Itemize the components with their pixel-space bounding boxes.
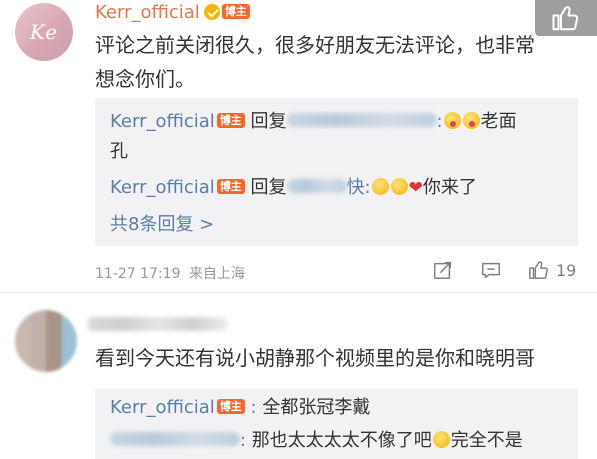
reply-author[interactable]: Kerr_official <box>110 397 215 418</box>
share-icon <box>434 261 452 279</box>
author-tag: 博主 <box>216 398 245 414</box>
reply-author[interactable]: Kerr_official <box>110 177 215 198</box>
comment-header: Kerr_official 博主 <box>95 2 250 23</box>
reply-continuation: 孔 <box>110 141 128 162</box>
location: 来自上海 <box>188 266 245 282</box>
reply-text: 全都张冠李戴 <box>262 397 371 418</box>
reply-author[interactable]: Kerr_official <box>110 111 215 132</box>
reply-item[interactable]: Kerr_official 博主 回复: 老面 <box>110 107 517 137</box>
timestamp: 11-27 17:19 <box>95 266 181 282</box>
avatar[interactable] <box>15 310 77 372</box>
laugh-cry-emoji-icon <box>432 430 450 448</box>
author-tag: 博主 <box>216 112 245 128</box>
more-replies-link[interactable]: 共8条回复 > <box>110 210 214 236</box>
blurred-username[interactable] <box>88 317 228 331</box>
blurred-username <box>110 432 240 446</box>
reply-item[interactable]: Kerr_official 博主 : 全都张冠李戴 <box>110 393 370 423</box>
comment-text: 评论之前关闭很久，很多好朋友无法评论，也非常 想念你们。 <box>95 28 575 96</box>
smile-emoji-icon <box>390 177 408 195</box>
reply-text-end: 完全不是 <box>450 430 523 451</box>
comment-text-line1: 评论之前关闭很久，很多好朋友无法评论，也非常 <box>95 33 535 57</box>
username[interactable]: Kerr_official <box>95 2 200 23</box>
tongue-emoji-icon <box>462 111 480 129</box>
reply-fragment: 快 <box>346 177 365 198</box>
avatar-initials: Ke <box>29 20 59 44</box>
smile-emoji-icon <box>371 177 389 195</box>
blurred-username <box>286 113 437 127</box>
like-button[interactable]: 19 <box>528 259 576 281</box>
comment-text: 看到今天还有说小胡静那个视频里的是你和晓明哥 <box>95 346 535 370</box>
reply-word: 回复 <box>250 177 287 198</box>
avatar[interactable]: Ke <box>15 3 73 61</box>
comment-meta: 11-27 17:19 来自上海 <box>95 263 245 283</box>
like-count: 19 <box>556 260 577 280</box>
blurred-username <box>286 179 347 193</box>
action-bar: 19 <box>432 259 576 281</box>
comment-icon <box>482 262 500 279</box>
reply-item[interactable]: Kerr_official 博主 回复 快: ❤你来了 <box>110 173 477 203</box>
verified-badge-icon <box>203 3 220 20</box>
comment-button[interactable] <box>480 259 502 281</box>
reply-box: Kerr_official 博主 : 全都张冠李戴 : 那也太太太太不像了吧 完全不… <box>95 389 578 459</box>
reply-text: 那也太太太太不像了吧 <box>251 430 432 451</box>
reply-item[interactable]: : 那也太太太太不像了吧 完全不是 <box>110 426 523 456</box>
reply-text: 老面 <box>480 111 517 132</box>
share-button[interactable] <box>432 259 454 281</box>
comment-text-line2: 想念你们。 <box>95 67 195 91</box>
author-tag: 博主 <box>216 178 245 194</box>
reply-box: Kerr_official 博主 回复: 老面 孔 Kerr_official 博主 … <box>95 98 578 246</box>
heart-icon: ❤ <box>408 178 423 198</box>
tongue-emoji-icon <box>443 111 461 129</box>
reply-word: 回复 <box>250 111 287 132</box>
author-tag: 博主 <box>221 4 250 19</box>
reply-text: 你来了 <box>422 177 477 198</box>
thumbs-up-icon <box>529 261 548 279</box>
divider <box>0 292 597 293</box>
